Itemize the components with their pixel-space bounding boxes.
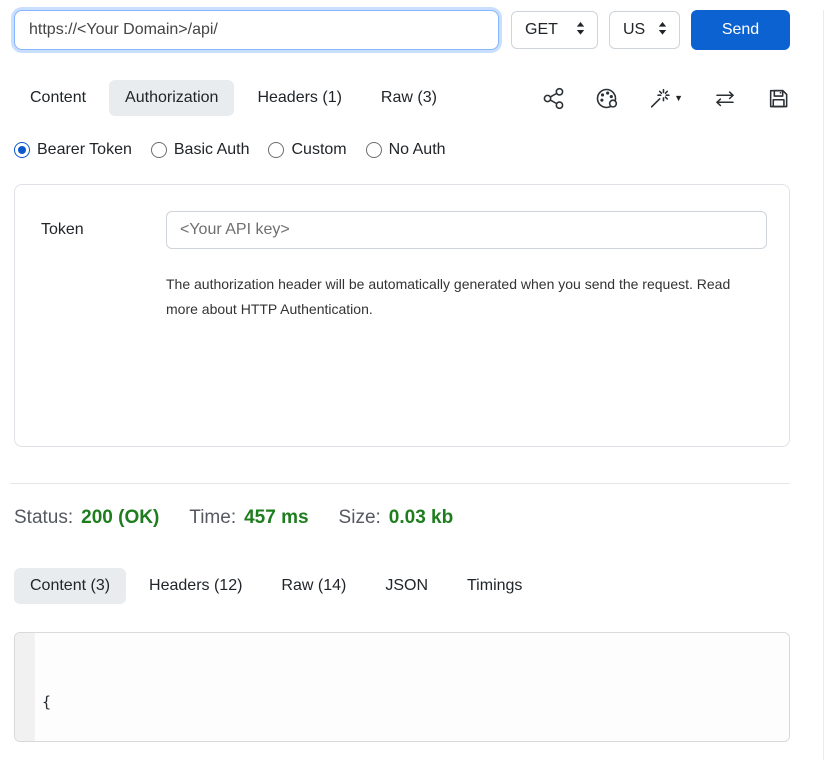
radio-unselected-icon <box>366 142 382 158</box>
page-scrollbar[interactable] <box>823 10 837 760</box>
tab-response-headers[interactable]: Headers (12) <box>133 568 258 604</box>
auth-type-options: Bearer Token Basic Auth Custom No Auth <box>14 141 790 159</box>
tab-response-raw[interactable]: Raw (14) <box>265 568 362 604</box>
request-bar: GET US Send <box>14 10 790 50</box>
tab-response-json[interactable]: JSON <box>369 568 444 604</box>
response-status-row: Status: 200 (OK) Time: 457 ms Size: 0.03… <box>14 507 790 529</box>
status-value: 200 (OK) <box>81 507 159 529</box>
tab-response-timings[interactable]: Timings <box>451 568 538 604</box>
region-select-value: US <box>623 21 645 39</box>
radio-unselected-icon <box>268 142 284 158</box>
palette-icon[interactable] <box>595 87 618 110</box>
updown-arrows-icon <box>574 18 587 43</box>
token-label: Token <box>41 221 166 239</box>
method-select-value: GET <box>525 21 558 39</box>
size-value: 0.03 kb <box>389 507 453 529</box>
section-divider <box>10 483 790 484</box>
radio-custom[interactable]: Custom <box>268 141 346 159</box>
region-select[interactable]: US <box>609 11 680 49</box>
response-tabs: Content (3) Headers (12) Raw (14) JSON T… <box>14 568 790 604</box>
tab-headers[interactable]: Headers (1) <box>241 80 357 116</box>
radio-no-auth[interactable]: No Auth <box>366 141 446 159</box>
radio-label: Basic Auth <box>174 141 250 159</box>
tab-authorization[interactable]: Authorization <box>109 80 234 116</box>
radio-label: Bearer Token <box>37 141 132 159</box>
response-body-viewer[interactable]: { "message": "API running." } <box>14 632 790 742</box>
tab-content[interactable]: Content <box>14 80 102 116</box>
caret-down-icon: ▼ <box>674 93 683 103</box>
save-icon[interactable] <box>767 87 790 110</box>
swap-arrows-icon[interactable] <box>713 87 737 110</box>
request-toolbar: ▼ <box>542 87 790 110</box>
magic-wand-icon[interactable]: ▼ <box>648 87 683 110</box>
send-button[interactable]: Send <box>691 10 790 50</box>
share-icon[interactable] <box>542 87 565 110</box>
updown-arrows-icon <box>656 18 669 43</box>
radio-label: Custom <box>291 141 346 159</box>
tab-response-content[interactable]: Content (3) <box>14 568 126 604</box>
json-open-brace: { <box>42 693 51 711</box>
response-json-code: { "message": "API running." } <box>35 633 789 741</box>
method-select[interactable]: GET <box>511 11 598 49</box>
main-content: GET US Send Content Authorization Header… <box>14 10 790 742</box>
code-line: { <box>42 690 789 715</box>
tab-raw[interactable]: Raw (3) <box>365 80 453 116</box>
auth-helper-text: The authorization header will be automat… <box>166 272 761 322</box>
radio-label: No Auth <box>389 141 446 159</box>
status-label: Status: <box>14 507 73 529</box>
radio-selected-icon <box>14 142 30 158</box>
token-input[interactable] <box>166 211 767 249</box>
code-gutter <box>15 633 35 741</box>
radio-bearer-token[interactable]: Bearer Token <box>14 141 132 159</box>
token-row: Token <box>41 211 767 249</box>
radio-basic-auth[interactable]: Basic Auth <box>151 141 250 159</box>
size-label: Size: <box>339 507 381 529</box>
authorization-panel: Token The authorization header will be a… <box>14 184 790 447</box>
request-tabs: Content Authorization Headers (1) Raw (3… <box>14 80 790 116</box>
time-value: 457 ms <box>244 507 308 529</box>
time-label: Time: <box>189 507 236 529</box>
radio-unselected-icon <box>151 142 167 158</box>
url-input[interactable] <box>14 10 499 50</box>
